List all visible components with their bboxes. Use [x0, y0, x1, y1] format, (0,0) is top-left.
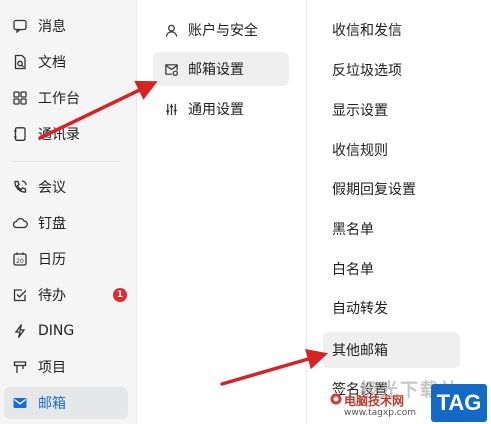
menu-item-label: 账户与安全: [188, 23, 258, 39]
menu-item-label: 邮箱设置: [188, 62, 244, 78]
left-nav-sidebar: 消息 文档 工作台 通讯录 会议 钉盘 20 日历 待办 1 DING 项目 邮…: [0, 0, 137, 424]
settings-category-menu: 账户与安全 邮箱设置 通用设置: [137, 0, 307, 424]
menu-item-general-settings[interactable]: 通用设置: [153, 92, 289, 126]
grid-icon: [12, 90, 28, 106]
nav-item-ding[interactable]: DING: [4, 315, 128, 347]
calendar-icon: 20: [12, 251, 28, 267]
submenu-item-label: 显示设置: [332, 103, 388, 119]
submenu-item-label: 反垃圾选项: [332, 63, 402, 79]
phone-icon: [12, 179, 28, 195]
submenu-item-label: 白名单: [332, 262, 374, 278]
sliders-icon: [163, 101, 179, 117]
project-icon: [12, 359, 28, 375]
nav-item-label: 邮箱: [38, 396, 66, 412]
mail-icon: [12, 395, 28, 411]
nav-item-label: DING: [38, 323, 75, 339]
submenu-item-anti-spam[interactable]: 反垃圾选项: [323, 52, 460, 88]
submenu-item-label: 自动转发: [332, 301, 388, 317]
nav-item-label: 通讯录: [38, 127, 80, 143]
nav-item-todo[interactable]: 待办 1: [4, 279, 128, 311]
chat-icon: [12, 18, 28, 34]
nav-item-calendar[interactable]: 20 日历: [4, 243, 128, 275]
nav-item-drive[interactable]: 钉盘: [4, 207, 128, 239]
checkbox-icon: [12, 287, 28, 303]
cloud-icon: [12, 215, 28, 231]
submenu-item-label: 签名设置: [332, 382, 388, 398]
submenu-item-other-mailbox[interactable]: 其他邮箱: [323, 332, 460, 368]
nav-divider: [12, 161, 120, 162]
nav-item-label: 会议: [38, 180, 66, 196]
submenu-item-label: 收信和发信: [332, 23, 402, 39]
menu-item-mailbox-settings[interactable]: 邮箱设置: [153, 52, 289, 86]
lightning-icon: [12, 323, 28, 339]
submenu-item-label: 收信规则: [332, 143, 388, 159]
submenu-item-receive-rules[interactable]: 收信规则: [323, 132, 460, 168]
nav-item-label: 文档: [38, 55, 66, 71]
nav-item-project[interactable]: 项目: [4, 351, 128, 383]
svg-text:20: 20: [16, 258, 24, 265]
submenu-item-vacation-reply[interactable]: 假期回复设置: [323, 171, 460, 207]
submenu-item-whitelist[interactable]: 白名单: [323, 251, 460, 287]
nav-item-label: 日历: [38, 252, 66, 268]
menu-item-account-security[interactable]: 账户与安全: [153, 13, 289, 47]
submenu-item-blacklist[interactable]: 黑名单: [323, 211, 460, 247]
todo-count-badge: 1: [113, 288, 127, 302]
submenu-item-label: 黑名单: [332, 222, 374, 238]
nav-item-label: 工作台: [38, 91, 80, 107]
nav-item-label: 项目: [38, 360, 66, 376]
submenu-item-send-receive[interactable]: 收信和发信: [323, 12, 460, 48]
contacts-icon: [12, 126, 28, 142]
submenu-item-auto-forward[interactable]: 自动转发: [323, 290, 460, 326]
nav-item-label: 钉盘: [38, 216, 66, 232]
menu-item-label: 通用设置: [188, 102, 244, 118]
nav-item-label: 待办: [38, 288, 66, 304]
nav-item-meeting[interactable]: 会议: [4, 171, 128, 203]
nav-item-documents[interactable]: 文档: [4, 46, 128, 78]
nav-item-workbench[interactable]: 工作台: [4, 82, 128, 114]
submenu-item-label: 假期回复设置: [332, 182, 416, 198]
user-icon: [163, 22, 179, 38]
mailbox-settings-icon: [163, 61, 179, 77]
submenu-item-signature[interactable]: 签名设置: [323, 371, 460, 407]
nav-item-mail[interactable]: 邮箱: [4, 387, 128, 419]
nav-item-label: 消息: [38, 19, 66, 35]
mail-settings-submenu: 收信和发信 反垃圾选项 显示设置 收信规则 假期回复设置 黑名单 白名单 自动转…: [307, 0, 491, 424]
submenu-item-display[interactable]: 显示设置: [323, 92, 460, 128]
nav-item-messages[interactable]: 消息: [4, 10, 128, 42]
document-icon: [12, 54, 28, 70]
submenu-item-label: 其他邮箱: [332, 343, 388, 359]
nav-item-contacts[interactable]: 通讯录: [4, 118, 128, 150]
